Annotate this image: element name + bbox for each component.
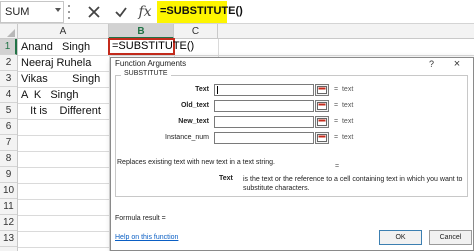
select-all-button[interactable] — [0, 24, 18, 39]
row-header-1[interactable]: 1 — [0, 39, 17, 55]
argument-label: Text — [195, 86, 209, 93]
row-header-8[interactable]: 8 — [0, 151, 17, 167]
collapse-dialog-icon[interactable] — [315, 132, 329, 144]
function-arguments-dialog: Function Arguments ? × SUBSTITUTE Text =… — [110, 57, 474, 251]
argument-row-instance-num: Instance_num = text — [116, 132, 466, 144]
old-text-argument-input[interactable] — [214, 100, 314, 112]
cell-a5[interactable]: It is Different — [18, 103, 109, 119]
row-header-5[interactable]: 5 — [0, 103, 17, 119]
collapse-dialog-icon[interactable] — [315, 116, 329, 128]
chevron-down-icon[interactable] — [55, 8, 61, 12]
active-cell-b1[interactable]: =SUBSTITUTE() — [108, 38, 194, 55]
insert-function-fx-icon[interactable]: fx — [135, 2, 155, 22]
name-box[interactable]: SUM — [0, 1, 64, 23]
column-header-a[interactable]: A — [18, 24, 109, 39]
formula-bar-grip-icon[interactable] — [68, 5, 71, 19]
column-headers: A B C — [0, 24, 474, 39]
argument-label: Old_text — [180, 102, 209, 109]
row-header-10[interactable]: 10 — [0, 183, 17, 199]
argument-row-text: Text = text — [116, 84, 466, 96]
function-result-equals: = — [335, 163, 340, 170]
cell-a2[interactable]: Neeraj Ruhela — [18, 55, 109, 71]
argument-row-new-text: New_text = text — [116, 116, 466, 128]
formula-input[interactable]: =SUBSTITUTE() — [157, 1, 243, 23]
row-header-2[interactable]: 2 — [0, 55, 17, 71]
column-header-c[interactable]: C — [174, 24, 218, 39]
help-on-function-link[interactable]: Help on this function — [115, 234, 178, 241]
row-header-13[interactable]: 13 — [0, 231, 17, 247]
cancel-button[interactable]: Cancel — [429, 230, 472, 245]
formula-bar: SUM fx =SUBSTITUTE() — [0, 0, 474, 24]
selected-argument-description: is the text or the reference to a cell c… — [243, 176, 463, 192]
argument-result: = text — [334, 118, 354, 125]
row-header-11[interactable]: 11 — [0, 199, 17, 215]
text-argument-input[interactable] — [214, 84, 314, 96]
cancel-x-icon[interactable] — [84, 2, 104, 22]
collapse-dialog-icon[interactable] — [315, 84, 329, 96]
row-header-12[interactable]: 12 — [0, 215, 17, 231]
cell-a3[interactable]: Vikas Singh — [18, 71, 109, 87]
cell-a4[interactable]: A K Singh — [18, 87, 109, 103]
name-box-value: SUM — [5, 6, 30, 18]
argument-result: = text — [334, 134, 354, 141]
ok-button[interactable]: OK — [379, 230, 422, 245]
row-header-6[interactable]: 6 — [0, 119, 17, 135]
row-header-3[interactable]: 3 — [0, 71, 17, 87]
function-description: Replaces existing text with new text in … — [117, 159, 275, 166]
argument-row-old-text: Old_text = text — [116, 100, 466, 112]
argument-result: = text — [334, 102, 354, 109]
argument-label: New_text — [178, 118, 209, 125]
row-header-9[interactable]: 9 — [0, 167, 17, 183]
close-icon[interactable]: × — [450, 58, 464, 70]
row-headers: 1 2 3 4 5 6 7 8 9 10 11 12 13 — [0, 39, 18, 251]
enter-check-icon[interactable] — [111, 2, 131, 22]
function-name-label: SUBSTITUTE — [121, 70, 171, 77]
cell-a1[interactable]: Anand Singh — [18, 39, 109, 55]
column-header-b[interactable]: B — [109, 24, 174, 39]
formula-result: Formula result = — [115, 215, 166, 222]
selected-argument-name: Text — [219, 175, 233, 182]
row-header-4[interactable]: 4 — [0, 87, 17, 103]
row-header-7[interactable]: 7 — [0, 135, 17, 151]
new-text-argument-input[interactable] — [214, 116, 314, 128]
argument-result: = text — [334, 86, 354, 93]
collapse-dialog-icon[interactable] — [315, 100, 329, 112]
help-icon[interactable]: ? — [429, 59, 434, 69]
dialog-title: Function Arguments — [115, 59, 187, 68]
instance-num-argument-input[interactable] — [214, 132, 314, 144]
argument-label: Instance_num — [165, 134, 209, 141]
